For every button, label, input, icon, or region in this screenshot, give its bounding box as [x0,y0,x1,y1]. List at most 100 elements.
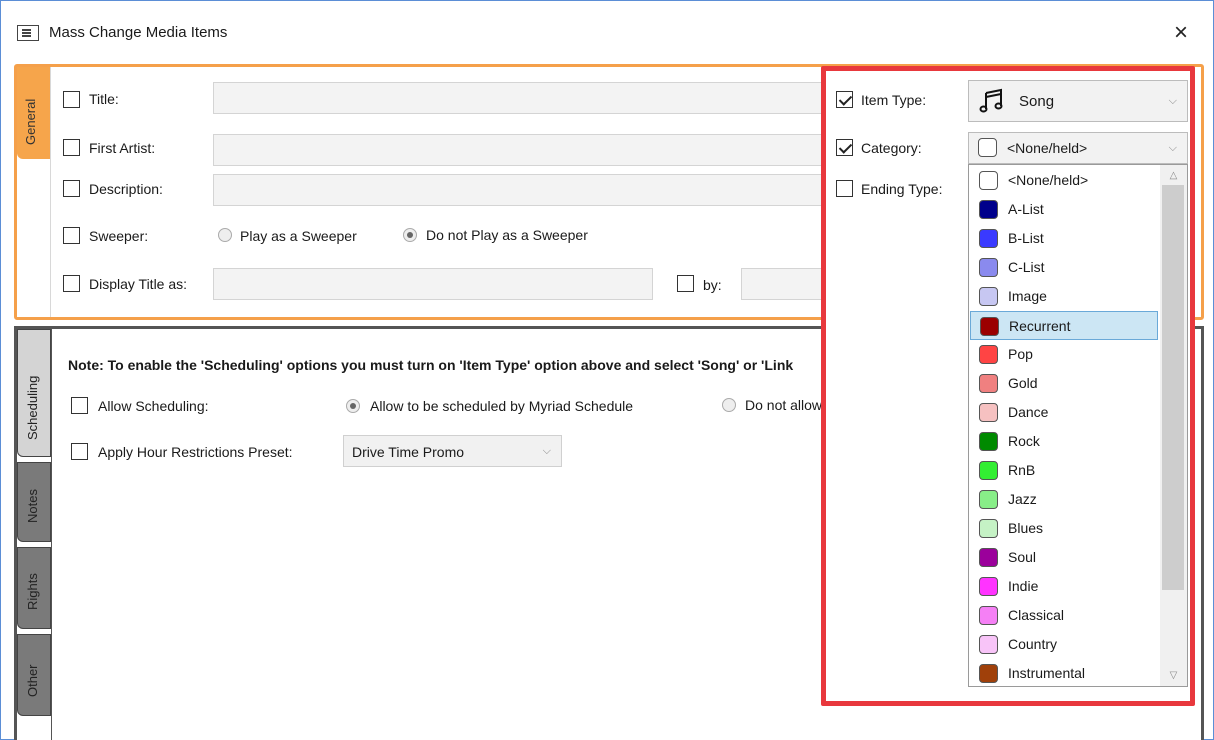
category-option[interactable]: Image [970,282,1158,311]
scroll-down-icon[interactable]: ▽ [1160,666,1187,686]
window-icon [17,25,39,41]
sweeper-checkbox[interactable] [63,227,80,244]
category-option[interactable]: Blues [970,514,1158,543]
description-checkbox[interactable] [63,180,80,197]
category-option-label: Instrumental [1008,665,1086,681]
category-option-label: Indie [1008,578,1039,594]
do-not-play-sweeper-radio[interactable] [403,228,417,242]
hour-restrictions-value: Drive Time Promo [352,444,465,460]
category-option[interactable]: Indie [970,572,1158,601]
item-type-value: Song [1019,93,1055,110]
category-option[interactable]: Recurrent [970,311,1158,340]
category-option[interactable]: Rock [970,427,1158,456]
category-option-label: Classical [1008,607,1065,623]
category-option[interactable]: Instrumental [970,659,1158,688]
hour-restrictions-select[interactable]: Drive Time Promo ⌵ [343,435,562,467]
category-color-swatch [979,577,998,596]
tab-rights-label: Rights [25,573,40,610]
description-label: Description: [89,181,163,197]
category-option[interactable]: Jazz [970,485,1158,514]
category-option[interactable]: Country [970,630,1158,659]
category-swatch [978,138,997,157]
description-field[interactable] [213,174,823,206]
category-option[interactable]: Pop [970,340,1158,369]
category-option[interactable]: Soul [970,543,1158,572]
tab-general-label: General [23,98,38,145]
category-option[interactable]: Gold [970,369,1158,398]
title-label: Title: [89,91,119,107]
sweeper-label: Sweeper: [89,228,149,244]
display-title-field[interactable] [213,268,653,300]
chevron-down-icon: ⌵ [1168,95,1177,107]
allow-scheduled-label: Allow to be scheduled by Myriad Schedule [370,398,634,414]
tab-notes[interactable]: Notes [17,462,51,542]
category-color-swatch [979,490,998,509]
category-color-swatch [979,171,998,190]
category-option[interactable]: C-List [970,253,1158,282]
hour-restrictions-label: Apply Hour Restrictions Preset: [98,444,293,460]
scroll-up-icon[interactable]: △ [1160,166,1187,186]
display-title-label: Display Title as: [89,276,188,292]
category-color-swatch [979,287,998,306]
category-option[interactable]: B-List [970,224,1158,253]
by-field[interactable] [741,268,823,300]
category-option-label: Recurrent [1009,318,1071,334]
category-option-label: Pop [1008,346,1033,362]
chevron-down-icon: ⌵ [542,445,551,457]
tab-rights[interactable]: Rights [17,547,51,629]
music-note-icon [979,88,1003,113]
first-artist-checkbox[interactable] [63,139,80,156]
play-as-sweeper-radio[interactable] [218,228,232,242]
category-color-swatch [979,635,998,654]
ending-type-checkbox[interactable] [836,180,853,197]
allow-scheduling-label: Allow Scheduling: [98,398,209,414]
first-artist-label: First Artist: [89,140,156,156]
ending-type-label: Ending Type: [861,181,943,197]
by-checkbox[interactable] [677,275,694,292]
category-option-label: Country [1008,636,1058,652]
first-artist-field[interactable] [213,134,823,166]
tab-other-label: Other [25,664,40,697]
category-color-swatch [979,606,998,625]
category-option[interactable]: <None/held> [970,166,1158,195]
tab-scheduling[interactable]: Scheduling [17,329,51,457]
category-option[interactable]: A-List [970,195,1158,224]
tab-general[interactable]: General [17,67,50,159]
category-checkbox[interactable] [836,139,853,156]
category-option-label: Blues [1008,520,1044,536]
tab-scheduling-label: Scheduling [25,375,40,440]
title-bar: Mass Change Media Items × [1,1,1213,65]
tab-notes-label: Notes [25,489,40,523]
category-color-swatch [979,432,998,451]
category-color-swatch [979,461,998,480]
tab-other[interactable]: Other [17,634,51,716]
allow-scheduled-radio[interactable] [346,399,360,413]
display-title-checkbox[interactable] [63,275,80,292]
category-value: <None/held> [1007,140,1088,156]
category-color-swatch [980,317,999,336]
category-color-swatch [979,229,998,248]
close-button[interactable]: × [1161,15,1201,51]
item-type-select[interactable]: Song ⌵ [968,80,1188,122]
hour-restrictions-checkbox[interactable] [71,443,88,460]
category-option-label: Image [1008,288,1047,304]
category-option[interactable]: Classical [970,601,1158,630]
do-not-allow-radio[interactable] [722,398,736,412]
category-select[interactable]: <None/held> ⌵ [968,132,1188,164]
category-color-swatch [979,374,998,393]
category-option-label: Rock [1008,433,1040,449]
do-not-play-sweeper-label: Do not Play as a Sweeper [426,227,588,243]
dropdown-scroll-thumb[interactable] [1162,185,1184,590]
allow-scheduling-checkbox[interactable] [71,397,88,414]
category-color-swatch [979,403,998,422]
category-color-swatch [979,345,998,364]
item-type-label: Item Type: [861,92,927,108]
item-type-checkbox[interactable] [836,91,853,108]
chevron-down-icon: ⌵ [1168,142,1177,154]
title-field[interactable] [213,82,823,114]
category-option[interactable]: Dance [970,398,1158,427]
scheduling-note: Note: To enable the 'Scheduling' options… [68,357,794,373]
category-option[interactable]: RnB [970,456,1158,485]
category-color-swatch [979,548,998,567]
title-checkbox[interactable] [63,91,80,108]
